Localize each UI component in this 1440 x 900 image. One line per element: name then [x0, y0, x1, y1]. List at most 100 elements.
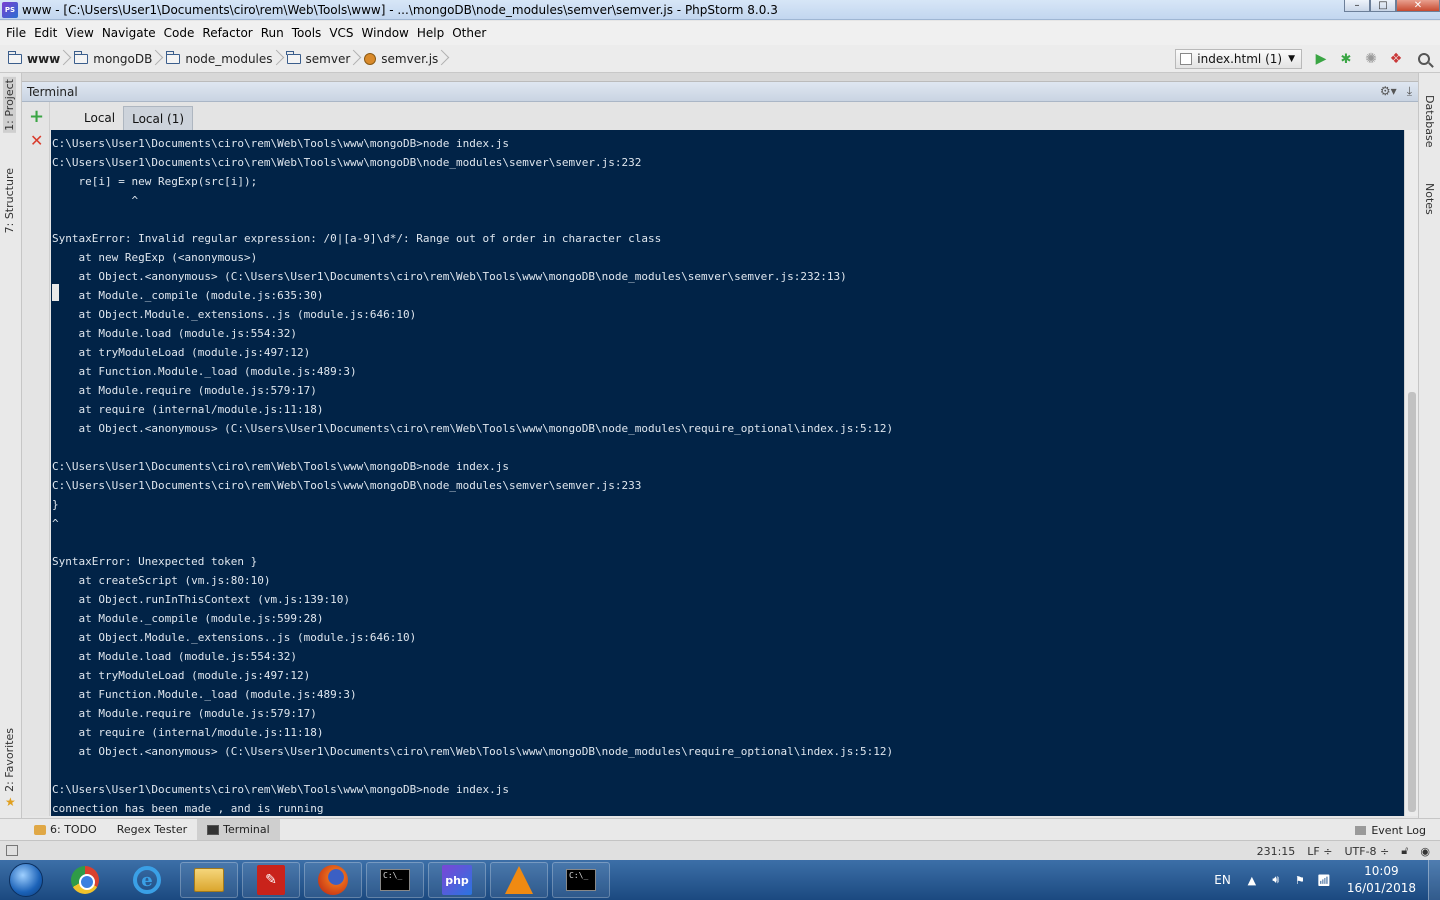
- taskbar-vlc[interactable]: [490, 862, 548, 898]
- minimize-button[interactable]: –: [1344, 0, 1370, 12]
- toggle-tool-windows-icon[interactable]: [6, 845, 18, 856]
- folder-icon: [286, 50, 301, 64]
- tool-tab-terminal[interactable]: Terminal: [197, 818, 280, 841]
- lock-icon[interactable]: 🔓︎: [1401, 844, 1408, 858]
- menu-tools[interactable]: Tools: [288, 26, 326, 40]
- terminal-line: at new RegExp (<anonymous>): [52, 251, 258, 264]
- show-hidden-icons-icon[interactable]: ▲: [1245, 874, 1259, 887]
- terminal-line: at Module._compile (module.js:599:28): [52, 612, 324, 625]
- tool-tab-database[interactable]: Database: [1423, 95, 1436, 148]
- terminal-line: ^: [52, 194, 139, 207]
- language-indicator[interactable]: EN: [1214, 873, 1231, 887]
- terminal-line: connection has been made , and is runnin…: [52, 802, 324, 815]
- terminal-tab-local[interactable]: Local: [76, 106, 123, 130]
- terminal-line: at Function.Module._load (module.js:489:…: [52, 688, 357, 701]
- breadcrumb-www[interactable]: www: [0, 45, 66, 73]
- inspector-icon[interactable]: ◉: [1420, 845, 1430, 858]
- menu-run[interactable]: Run: [257, 26, 288, 40]
- terminal-side-toolbar: + ✕: [22, 102, 50, 816]
- menu-refactor[interactable]: Refactor: [198, 26, 256, 40]
- tool-tab-regex-tester[interactable]: Regex Tester: [107, 819, 197, 841]
- menu-navigate[interactable]: Navigate: [98, 26, 160, 40]
- tool-tab-notes[interactable]: Notes: [1423, 183, 1436, 215]
- editor-tabs-collapsed: [22, 73, 1418, 82]
- breadcrumb-label: semver: [305, 51, 351, 66]
- terminal-output[interactable]: C:\Users\User1\Documents\ciro\rem\Web\To…: [51, 130, 1404, 816]
- tool-tab-label: Terminal: [223, 823, 270, 836]
- coverage-button[interactable]: ✺: [1360, 48, 1382, 70]
- tool-tab-label: Regex Tester: [116, 823, 188, 836]
- clock[interactable]: 10:09 16/01/2018: [1347, 863, 1416, 897]
- terminal-line: at Module.load (module.js:554:32): [52, 327, 298, 340]
- terminal-line: at createScript (vm.js:80:10): [52, 574, 271, 587]
- cmd-icon: C:\_: [380, 869, 410, 891]
- close-button[interactable]: ✕: [1396, 0, 1440, 12]
- debug-button[interactable]: ✱: [1335, 48, 1357, 70]
- taskbar-cmd-2[interactable]: C:\_: [552, 862, 610, 898]
- taskbar-cmd[interactable]: C:\_: [366, 862, 424, 898]
- taskbar-internet-explorer[interactable]: e: [118, 862, 176, 898]
- search-icon[interactable]: [1418, 53, 1430, 65]
- taskbar-phpstorm[interactable]: php: [428, 862, 486, 898]
- run-toolbar: index.html (1) ▼ ▶ ✱ ✺ ❖: [1175, 45, 1440, 73]
- terminal-line: at require (internal/module.js:11:18): [52, 726, 324, 739]
- tool-tab-todo[interactable]: 6: TODO: [24, 819, 107, 841]
- star-icon: ★: [5, 795, 16, 809]
- caret-position[interactable]: 231:15: [1257, 845, 1296, 858]
- menu-edit[interactable]: Edit: [30, 26, 61, 40]
- action-center-flag-icon[interactable]: ⚑: [1293, 874, 1307, 887]
- event-log-button[interactable]: Event Log: [1355, 819, 1426, 841]
- scrollbar-thumb[interactable]: [1408, 392, 1416, 812]
- menu-help[interactable]: Help: [413, 26, 448, 40]
- close-session-icon[interactable]: ✕: [30, 132, 43, 150]
- folder-icon: [7, 50, 22, 64]
- start-button[interactable]: [0, 860, 52, 900]
- terminal-tabs: Local Local (1): [22, 102, 1418, 130]
- breadcrumb-semver[interactable]: semver: [279, 45, 357, 73]
- run-configuration-select[interactable]: index.html (1) ▼: [1175, 49, 1302, 69]
- tool-tab-project[interactable]: 1: Project: [3, 77, 16, 133]
- profile-button[interactable]: ❖: [1385, 48, 1407, 70]
- volume-icon[interactable]: 🔊︎: [1269, 873, 1283, 886]
- taskbar-chrome[interactable]: [56, 862, 114, 898]
- menu-code[interactable]: Code: [160, 26, 199, 40]
- terminal-icon: [207, 824, 220, 835]
- firefox-icon: [318, 865, 348, 895]
- line-separator[interactable]: LF ÷: [1307, 845, 1332, 858]
- hide-panel-icon[interactable]: ⤓: [1407, 84, 1412, 99]
- menu-view[interactable]: View: [61, 26, 97, 40]
- show-desktop-button[interactable]: [1428, 860, 1440, 900]
- breadcrumb-label: node_modules: [185, 51, 273, 66]
- gear-icon[interactable]: ⚙▾: [1380, 84, 1397, 99]
- menu-vcs[interactable]: VCS: [325, 26, 357, 40]
- bottom-tool-bar: 6: TODO Regex Tester Terminal Event Log: [0, 818, 1440, 841]
- taskbar-firefox[interactable]: [304, 862, 362, 898]
- run-button[interactable]: ▶: [1310, 48, 1332, 70]
- menu-other[interactable]: Other: [448, 26, 490, 40]
- terminal-line: C:\Users\User1\Documents\ciro\rem\Web\To…: [52, 137, 509, 150]
- html-file-icon: [1180, 53, 1193, 65]
- taskbar-file-explorer[interactable]: [180, 862, 238, 898]
- tool-tab-structure[interactable]: 7: Structure: [3, 168, 16, 233]
- terminal-line: C:\Users\User1\Documents\ciro\rem\Web\To…: [52, 460, 509, 473]
- folder-icon: [73, 50, 89, 64]
- tool-tab-favorites[interactable]: 2: Favorites: [3, 728, 16, 792]
- file-encoding[interactable]: UTF-8 ÷: [1344, 845, 1389, 858]
- breadcrumb-node-modules[interactable]: node_modules: [158, 45, 278, 73]
- network-icon[interactable]: 📶︎: [1317, 874, 1331, 887]
- maximize-button[interactable]: □: [1370, 0, 1396, 12]
- terminal-tab-local-1[interactable]: Local (1): [123, 106, 194, 130]
- menu-file[interactable]: File: [2, 26, 30, 40]
- run-configuration-label: index.html (1): [1197, 52, 1283, 66]
- terminal-scrollbar[interactable]: [1404, 130, 1418, 816]
- acrobat-icon: ✎: [257, 865, 285, 895]
- taskbar-acrobat[interactable]: ✎: [242, 862, 300, 898]
- menu-window[interactable]: Window: [358, 26, 413, 40]
- breadcrumb-mongodb[interactable]: mongoDB: [66, 45, 158, 73]
- title-bar: PS www - [C:\Users\User1\Documents\ciro\…: [0, 0, 1440, 20]
- terminal-line: SyntaxError: Invalid regular expression:…: [52, 232, 662, 245]
- breadcrumb-semver-js[interactable]: semver.js: [356, 45, 444, 73]
- new-session-icon[interactable]: +: [29, 108, 44, 126]
